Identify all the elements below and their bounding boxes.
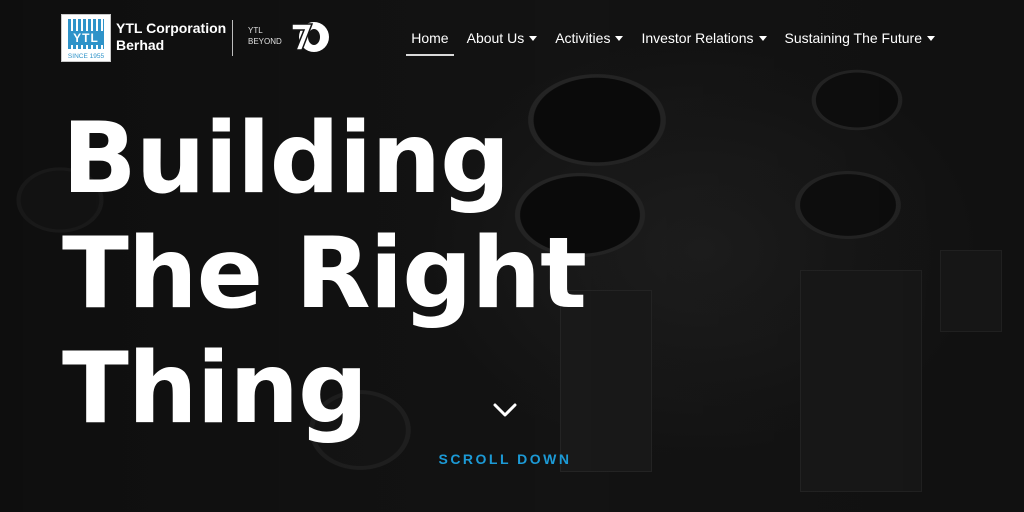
hero-headline: Building The Right Thing (62, 102, 587, 447)
site-header: YTL SINCE 1955 YTL Corporation Berhad YT… (0, 0, 1024, 76)
logo-since: SINCE 1955 (67, 53, 105, 60)
nav-item-label: Investor Relations (641, 30, 754, 46)
nav-item-label: Home (411, 30, 449, 46)
ytl-beyond-label: YTL BEYOND (248, 26, 282, 46)
chevron-down-icon[interactable] (490, 400, 520, 420)
caret-down-icon (758, 35, 767, 41)
caret-down-icon (615, 35, 624, 41)
nav-item-label: Sustaining The Future (784, 30, 923, 46)
nav-item-investor-relations[interactable]: Investor Relations (632, 28, 775, 56)
seventy-anniversary-icon (291, 22, 329, 52)
logo-text: YTL (68, 31, 104, 45)
hero-section: YTL SINCE 1955 YTL Corporation Berhad YT… (0, 0, 1024, 512)
headline-line: Building (62, 102, 510, 216)
caret-down-icon (927, 35, 935, 41)
nav-item-about-us[interactable]: About Us (458, 28, 547, 56)
ytl-logo[interactable]: YTL SINCE 1955 (61, 14, 111, 62)
brand-name[interactable]: YTL Corporation Berhad (116, 20, 226, 54)
main-nav: Home About Us Activities Investor Relations… (402, 28, 944, 56)
headline-line: Thing (62, 332, 368, 446)
scroll-down-link[interactable]: SCROLL DOWN (435, 451, 575, 467)
brand-divider (232, 20, 233, 56)
nav-item-label: About Us (466, 30, 525, 46)
headline-line: The Right (62, 217, 587, 331)
nav-item-sustaining-the-future[interactable]: Sustaining The Future (776, 28, 945, 56)
nav-item-home[interactable]: Home (402, 28, 457, 56)
caret-down-icon (529, 35, 538, 41)
nav-item-activities[interactable]: Activities (546, 28, 632, 56)
nav-item-label: Activities (555, 30, 611, 46)
